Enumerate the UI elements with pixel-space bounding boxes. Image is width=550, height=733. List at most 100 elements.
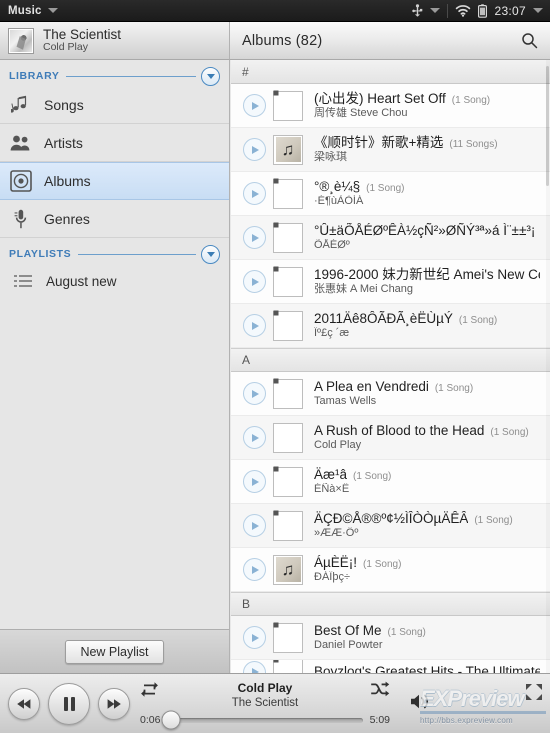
table-row[interactable]: 1996-2000 妹力新世纪 Amei's New Century 张惠妹 A… bbox=[231, 260, 550, 304]
seek-slider[interactable] bbox=[161, 710, 363, 730]
table-row[interactable]: °®¸è¼§ (1 Song) ·É¶ùÀÒÍÁ bbox=[231, 172, 550, 216]
now-playing-chip[interactable]: The Scientist Cold Play bbox=[0, 22, 230, 60]
song-count: (1 Song) bbox=[387, 626, 426, 638]
song-count: (1 Song) bbox=[434, 382, 474, 394]
row-play-button[interactable] bbox=[237, 514, 271, 537]
row-play-button[interactable] bbox=[237, 626, 271, 649]
album-artist: ÉÑà×Ë bbox=[314, 483, 350, 495]
album-art bbox=[273, 222, 303, 253]
library-collapse-button[interactable] bbox=[196, 66, 220, 86]
row-play-button[interactable] bbox=[237, 138, 271, 161]
volume-button[interactable] bbox=[410, 692, 432, 715]
now-playing-artist: Cold Play bbox=[43, 41, 88, 54]
sidebar: LIBRARY Songs Artists Albums Genres PLAY… bbox=[0, 60, 230, 673]
row-meta: Äæ¹â (1 Song) ÉÑà×Ë bbox=[314, 467, 550, 496]
album-art bbox=[273, 178, 303, 209]
chevron-down-icon bbox=[201, 66, 220, 86]
new-playlist-bar: New Playlist bbox=[0, 629, 229, 673]
index-header: # bbox=[231, 60, 550, 84]
album-artist: 梁咏琪 bbox=[314, 151, 347, 163]
play-icon bbox=[242, 182, 266, 205]
music-app-window: Music 23:07 The Scientist Cold Play Albu… bbox=[0, 0, 550, 733]
table-row[interactable]: ÄÇÐ©Å®®º¢½ÌÎÒÒµÄÊÂ (1 Song) »ÆÆ·Ôº bbox=[231, 504, 550, 548]
playlist-item-label: August new bbox=[46, 273, 117, 289]
repeat-button[interactable] bbox=[140, 681, 159, 698]
sidebar-item-songs[interactable]: Songs bbox=[0, 86, 229, 124]
app-name-label: Music bbox=[8, 4, 42, 17]
row-meta: (心出发) Heart Set Off (1 Song) 周传雄 Steve C… bbox=[314, 91, 550, 120]
album-title: 2011Äê8ÔÃÐÃ¸èËÙµÝ bbox=[314, 310, 453, 326]
table-row[interactable]: Best Of Me (1 Song) Daniel Powter bbox=[231, 616, 550, 660]
play-icon bbox=[242, 138, 266, 161]
row-play-button[interactable] bbox=[237, 558, 271, 581]
table-row[interactable]: ♫ 《顺时针》新歌+精选 (11 Songs) 梁咏琪 bbox=[231, 128, 550, 172]
list-icon bbox=[12, 270, 34, 292]
usb-icon bbox=[412, 3, 423, 18]
row-play-button[interactable] bbox=[237, 314, 271, 337]
playlists-collapse-button[interactable] bbox=[196, 244, 220, 264]
usb-menu-caret-icon[interactable] bbox=[430, 8, 441, 13]
table-row[interactable]: °Û±äÕÅÉØºÊÀ½çÑ²»ØÑÝ³ª»á Ì¨±±³¡ ÕÅÉØº bbox=[231, 216, 550, 260]
app-menu-caret-icon[interactable] bbox=[47, 8, 58, 13]
song-count: (1 Song) bbox=[490, 426, 529, 438]
table-row[interactable]: ♫ ÁµÈË¡! (1 Song) ÐÁÏþç÷ bbox=[231, 548, 550, 592]
row-play-button[interactable] bbox=[237, 382, 271, 405]
album-artist: Ïº£ç ´æ bbox=[314, 327, 350, 339]
shuffle-icon bbox=[371, 681, 390, 697]
table-row[interactable]: (心出发) Heart Set Off (1 Song) 周传雄 Steve C… bbox=[231, 84, 550, 128]
table-row[interactable]: A Plea en Vendredi (1 Song) Tamas Wells bbox=[231, 372, 550, 416]
play-pause-button[interactable] bbox=[48, 682, 90, 725]
list-scrollbar-thumb[interactable] bbox=[546, 66, 549, 186]
now-playing-album-art bbox=[8, 27, 34, 54]
library-section-label: LIBRARY bbox=[9, 70, 67, 82]
top-bar: The Scientist Cold Play Albums (82) bbox=[0, 22, 550, 60]
row-play-button[interactable] bbox=[237, 470, 271, 493]
next-button[interactable] bbox=[98, 687, 130, 720]
previous-button[interactable] bbox=[8, 687, 40, 720]
table-row[interactable]: Äæ¹â (1 Song) ÉÑà×Ë bbox=[231, 460, 550, 504]
fullscreen-button[interactable] bbox=[526, 683, 542, 705]
album-artist: ·É¶ùÀÒÍÁ bbox=[314, 195, 364, 207]
playlists-section-label: PLAYLISTS bbox=[9, 248, 79, 260]
seek-knob[interactable] bbox=[161, 710, 181, 730]
row-play-button[interactable] bbox=[237, 426, 271, 449]
expand-icon bbox=[526, 683, 542, 700]
row-meta: ÄÇÐ©Å®®º¢½ÌÎÒÒµÄÊÂ (1 Song) »ÆÆ·Ôº bbox=[314, 511, 550, 540]
play-icon bbox=[242, 626, 266, 649]
shuffle-button[interactable] bbox=[370, 681, 390, 697]
album-art bbox=[273, 266, 303, 297]
play-icon bbox=[242, 94, 266, 117]
row-meta: A Plea en Vendredi (1 Song) Tamas Wells bbox=[314, 379, 550, 408]
playlist-item-august-new[interactable]: August new bbox=[0, 264, 229, 298]
new-playlist-button[interactable]: New Playlist bbox=[65, 639, 164, 664]
row-play-button[interactable] bbox=[237, 182, 271, 205]
row-play-button[interactable] bbox=[237, 94, 271, 117]
play-icon bbox=[242, 270, 266, 293]
disc-icon bbox=[10, 170, 32, 192]
row-play-button[interactable] bbox=[237, 226, 271, 249]
now-playing-text: The Scientist Cold Play bbox=[43, 27, 121, 54]
album-list[interactable]: # (心出发) Heart Set Off (1 Song) 周传雄 Steve… bbox=[231, 60, 550, 673]
row-play-button[interactable] bbox=[237, 660, 271, 673]
sidebar-item-albums[interactable]: Albums bbox=[0, 162, 229, 200]
microphone-icon bbox=[10, 208, 32, 230]
album-artist: 张惠妹 A Mei Chang bbox=[314, 283, 414, 295]
album-title: A Plea en Vendredi bbox=[314, 378, 429, 394]
row-meta: ÁµÈË¡! (1 Song) ÐÁÏþç÷ bbox=[314, 555, 550, 584]
people-icon bbox=[10, 132, 32, 154]
play-icon bbox=[242, 382, 266, 405]
song-count: (1 Song) bbox=[363, 558, 402, 570]
search-icon[interactable] bbox=[521, 32, 538, 49]
table-row[interactable]: Boyzlog's Greatest Hits - The Ultimate C bbox=[231, 660, 550, 673]
system-menu-caret-icon[interactable] bbox=[533, 8, 543, 13]
table-row[interactable]: A Rush of Blood to the Head (1 Song) Col… bbox=[231, 416, 550, 460]
sidebar-item-artists[interactable]: Artists bbox=[0, 124, 229, 162]
play-icon bbox=[242, 558, 266, 581]
row-meta: 《顺时针》新歌+精选 (11 Songs) 梁咏琪 bbox=[314, 135, 550, 164]
table-row[interactable]: 2011Äê8ÔÃÐÃ¸èËÙµÝ (1 Song) Ïº£ç ´æ bbox=[231, 304, 550, 348]
song-count: (1 Song) bbox=[458, 314, 498, 326]
sidebar-item-genres[interactable]: Genres bbox=[0, 200, 229, 238]
transport-controls bbox=[0, 682, 130, 725]
playlists-section-header: PLAYLISTS bbox=[0, 244, 229, 264]
row-play-button[interactable] bbox=[237, 270, 271, 293]
